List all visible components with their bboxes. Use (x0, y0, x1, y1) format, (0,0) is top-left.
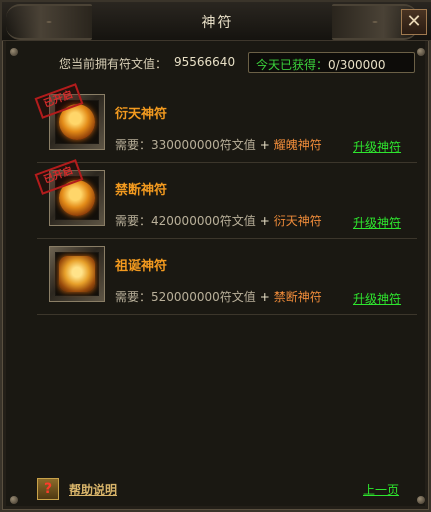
rune-row-jinduan: 已开启 禁断神符 需要：420000000符文值 + 衍天神符 升级神符 (34, 159, 417, 239)
requirement-prerequisite: 耀魄神符 (273, 138, 322, 152)
help-instructions-link[interactable]: 帮助说明 (69, 481, 117, 498)
requirement-prerequisite: 衍天神符 (273, 214, 322, 228)
upgrade-rune-link[interactable]: 升级神符 (353, 214, 401, 231)
previous-page-link[interactable]: 上一页 (363, 481, 399, 498)
requirement-value: 520000000符文值 (151, 290, 256, 304)
requirement-label: 需要： (115, 138, 152, 152)
requirement-value: 420000000符文值 (151, 214, 256, 228)
requirement-value: 330000000符文值 (151, 138, 256, 152)
rune-name: 祖诞神符 (115, 259, 168, 274)
rune-window: 神符 ✕ 您当前拥有符文值： 95566640 今天已获得：0/300000 已… (0, 0, 431, 512)
requirement-plus: + (259, 214, 270, 228)
close-button[interactable]: ✕ (401, 9, 427, 35)
frame-bolt (10, 496, 18, 504)
rune-row-yantian: 已开启 衍天神符 需要：330000000符文值 + 耀魄神符 升级神符 (34, 83, 417, 163)
rune-value-label: 您当前拥有符文值： (59, 57, 168, 71)
frame-bolt (10, 48, 18, 56)
window-title: 神符 (201, 15, 234, 31)
upgrade-rune-link[interactable]: 升级神符 (353, 138, 401, 155)
rune-name: 衍天神符 (115, 107, 168, 122)
upgrade-rune-link[interactable]: 升级神符 (353, 290, 401, 307)
title-bar[interactable]: 神符 ✕ (2, 2, 431, 41)
requirement-plus: + (259, 290, 270, 304)
rune-row-zudan: 祖诞神符 需要：520000000符文值 + 禁断神符 升级神符 (37, 238, 417, 315)
rune-emblem-icon (59, 256, 95, 292)
today-earned-value: 0/300000 (328, 58, 386, 72)
rune-slot[interactable] (49, 246, 105, 302)
requirement-prerequisite: 禁断神符 (273, 290, 322, 304)
requirement-label: 需要： (115, 214, 152, 228)
rune-name: 禁断神符 (115, 183, 168, 198)
today-earned-box: 今天已获得：0/300000 (248, 52, 415, 73)
frame-bolt (417, 48, 425, 56)
rune-requirement: 需要：520000000符文值 + 禁断神符 (115, 288, 322, 305)
help-icon[interactable]: ? (37, 478, 59, 500)
frame-bolt (417, 496, 425, 504)
today-earned-label: 今天已获得： (256, 58, 329, 72)
requirement-label: 需要： (115, 290, 152, 304)
rune-requirement: 需要：330000000符文值 + 耀魄神符 (115, 136, 322, 153)
rune-value-amount: 95566640 (174, 55, 236, 69)
rune-requirement: 需要：420000000符文值 + 衍天神符 (115, 212, 322, 229)
requirement-plus: + (259, 138, 270, 152)
